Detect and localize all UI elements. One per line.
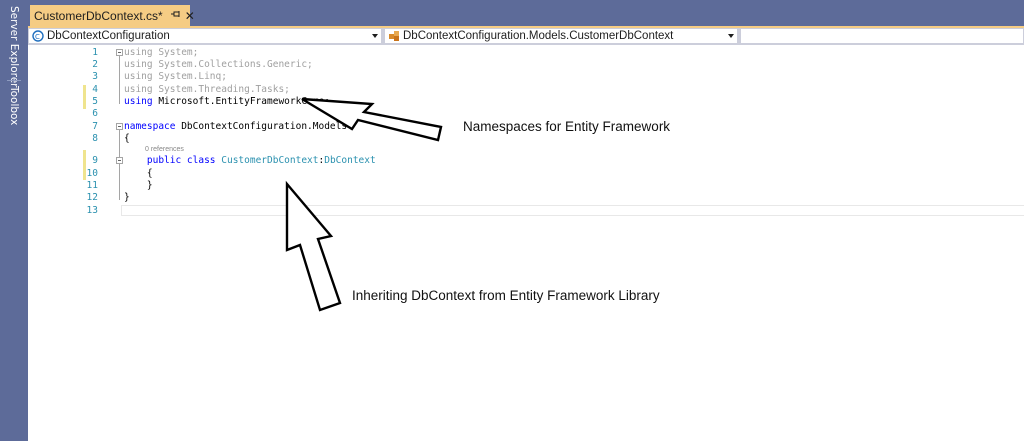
annotation-namespaces: Namespaces for Entity Framework: [463, 119, 671, 134]
arrow-to-dbcontext: [285, 180, 342, 312]
annotation-arrows: [285, 97, 443, 312]
annotation-inheriting: Inheriting DbContext from Entity Framewo…: [352, 288, 660, 303]
arrow-to-namespaces: [301, 97, 443, 142]
